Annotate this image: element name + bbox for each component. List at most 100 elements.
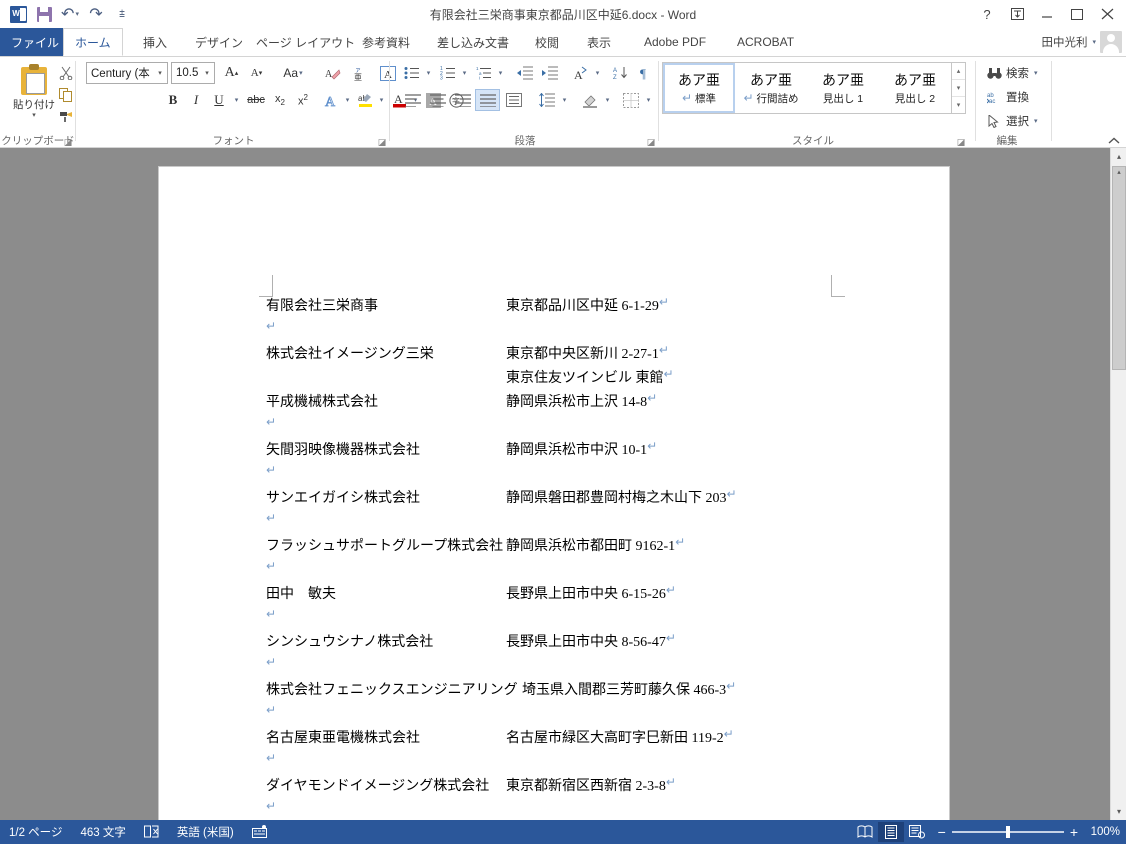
styles-scroll-down-icon[interactable]: ▾: [952, 80, 965, 97]
word-count[interactable]: 463 文字: [71, 820, 134, 844]
multilevel-list-caret[interactable]: ▾: [494, 62, 506, 84]
replace-button[interactable]: ab ac 置換: [987, 86, 1029, 108]
undo-dropdown-caret[interactable]: ▾: [75, 10, 79, 18]
doc-line[interactable]: シンシュウシナノ株式会社 長野県上田市中央 8-56-47 ↵: [266, 631, 866, 655]
text-effects-caret[interactable]: ▾: [341, 89, 353, 111]
read-mode-icon[interactable]: [852, 822, 878, 842]
tab-home[interactable]: ホーム: [63, 28, 123, 56]
ribbon-display-options-icon[interactable]: [1002, 2, 1032, 26]
change-case-button[interactable]: Aa ▾: [275, 62, 311, 84]
increase-indent-icon[interactable]: [538, 62, 562, 84]
doc-line[interactable]: 平成機械株式会社 静岡県浜松市上沢 14-8 ↵: [266, 391, 866, 415]
zoom-slider[interactable]: − +: [938, 825, 1078, 839]
select-button[interactable]: 選択 ▾: [987, 110, 1038, 132]
find-caret[interactable]: ▾: [1034, 69, 1038, 77]
vertical-scrollbar[interactable]: ▴ ▴ ▾: [1110, 148, 1126, 820]
doc-line[interactable]: ↵: [266, 511, 866, 535]
highlight-color-icon[interactable]: ab: [354, 89, 376, 111]
shading-icon[interactable]: [578, 89, 602, 111]
tab-design[interactable]: デザイン: [184, 28, 254, 56]
doc-line[interactable]: ↵: [266, 319, 866, 343]
styles-scroll-more-icon[interactable]: ▾: [952, 97, 965, 113]
maximize-icon[interactable]: [1062, 2, 1092, 26]
align-justify-icon[interactable]: [475, 89, 500, 111]
scrollbar-thumb[interactable]: ▴: [1112, 166, 1126, 370]
customize-quick-access-icon[interactable]: ⩲: [110, 3, 134, 25]
scroll-up-arrow-icon[interactable]: ▴: [1111, 148, 1126, 165]
bullet-list-caret[interactable]: ▾: [422, 62, 434, 84]
shading-caret[interactable]: ▾: [601, 89, 613, 111]
doc-line[interactable]: 株式会社フェニックスエンジニアリング 埼玉県入間郡三芳町藤久保 466-3 ↵: [266, 679, 866, 703]
underline-caret[interactable]: ▾: [230, 89, 242, 111]
text-effects-icon[interactable]: A: [320, 89, 342, 111]
styles-scroll-up-icon[interactable]: ▴: [952, 63, 965, 80]
paste-caret[interactable]: ▾: [32, 112, 36, 119]
doc-line[interactable]: ↵: [266, 559, 866, 583]
language-indicator[interactable]: 英語 (米国): [168, 820, 243, 844]
bullet-list-icon[interactable]: [400, 62, 422, 84]
paragraph-dialog-launcher[interactable]: ◪: [646, 137, 656, 147]
distribute-icon[interactable]: [501, 89, 526, 111]
doc-line[interactable]: 田中 敏夫 長野県上田市中央 6-15-26 ↵: [266, 583, 866, 607]
clear-formatting-icon[interactable]: A: [321, 62, 345, 84]
clipboard-dialog-launcher[interactable]: ◪: [63, 137, 73, 147]
page-info[interactable]: 1/2 ページ: [0, 820, 71, 844]
document-canvas[interactable]: 有限会社三栄商事 東京都品川区中延 6-1-29 ↵ ↵ 株式会社イメージング三…: [0, 148, 1110, 844]
paste-button[interactable]: 貼り付け ▾: [10, 61, 58, 129]
subscript-button[interactable]: x2: [269, 89, 291, 111]
show-formatting-marks-icon[interactable]: ¶: [635, 62, 659, 84]
phonetic-guide-icon[interactable]: ァ亜: [348, 62, 372, 84]
collapse-ribbon-icon[interactable]: [1108, 137, 1120, 145]
decrease-indent-icon[interactable]: [513, 62, 537, 84]
doc-line[interactable]: ↵: [266, 703, 866, 727]
redo-icon[interactable]: ↷: [84, 3, 108, 25]
font-name-combo[interactable]: Century (本ゞ ▾: [86, 62, 168, 84]
scroll-down-arrow-icon[interactable]: ▾: [1111, 803, 1126, 820]
document-body[interactable]: 有限会社三栄商事 東京都品川区中延 6-1-29 ↵ ↵ 株式会社イメージング三…: [266, 295, 866, 823]
grow-font-button[interactable]: A ▴: [220, 62, 243, 84]
avatar[interactable]: [1100, 31, 1122, 53]
style-item-no-spacing[interactable]: あア亜 ↵ 行間詰め: [735, 63, 807, 113]
font-dialog-launcher[interactable]: ◪: [377, 137, 387, 147]
sort-icon[interactable]: AZ: [609, 62, 633, 84]
word-app-icon[interactable]: W: [6, 3, 30, 25]
styles-dialog-launcher[interactable]: ◪: [956, 137, 966, 147]
doc-line[interactable]: 株式会社イメージング三栄 東京都中央区新川 2-27-1 ↵: [266, 343, 866, 367]
format-painter-icon[interactable]: [55, 107, 77, 127]
tab-file[interactable]: ファイル: [0, 28, 71, 56]
italic-button[interactable]: I: [185, 89, 207, 111]
superscript-button[interactable]: x2: [292, 89, 314, 111]
align-left-icon[interactable]: [400, 89, 425, 111]
multilevel-list-icon[interactable]: 1ai: [472, 62, 494, 84]
zoom-level[interactable]: 100%: [1086, 826, 1120, 838]
tab-page-layout[interactable]: ページ レイアウト: [245, 28, 366, 56]
account-area[interactable]: 田中光利 ▾: [1041, 30, 1122, 54]
font-name-caret[interactable]: ▾: [153, 69, 167, 77]
account-caret[interactable]: ▾: [1092, 38, 1096, 46]
borders-icon[interactable]: [619, 89, 643, 111]
strikethrough-button[interactable]: abc: [244, 89, 268, 111]
doc-line[interactable]: フラッシュサポートグループ株式会社 静岡県浜松市都田町 9162-1 ↵: [266, 535, 866, 559]
doc-line[interactable]: ↵: [266, 463, 866, 487]
borders-caret[interactable]: ▾: [642, 89, 654, 111]
doc-line[interactable]: 矢間羽映像機器株式会社 静岡県浜松市中沢 10-1 ↵: [266, 439, 866, 463]
style-item-heading2[interactable]: あア亜 見出し 2: [879, 63, 951, 113]
zoom-track[interactable]: [951, 826, 1064, 838]
line-spacing-caret[interactable]: ▾: [558, 89, 570, 111]
doc-line[interactable]: ↵: [266, 607, 866, 631]
highlight-caret[interactable]: ▾: [375, 89, 387, 111]
zoom-in-button[interactable]: +: [1070, 825, 1078, 839]
asian-layout-icon[interactable]: A: [568, 62, 592, 84]
zoom-out-button[interactable]: −: [938, 825, 946, 839]
proofing-errors-icon[interactable]: [135, 820, 168, 844]
line-spacing-icon[interactable]: [535, 89, 559, 111]
shrink-font-button[interactable]: A ▾: [245, 62, 268, 84]
tab-references[interactable]: 参考資料: [351, 28, 421, 56]
doc-line[interactable]: サンエイガイシ株式会社 静岡県磐田郡豊岡村梅之木山下 203 ↵: [266, 487, 866, 511]
align-center-icon[interactable]: [425, 89, 450, 111]
minimize-icon[interactable]: [1032, 2, 1062, 26]
undo-icon[interactable]: ↶ ▾: [58, 3, 82, 25]
copy-icon[interactable]: [55, 85, 77, 105]
find-button[interactable]: 検索 ▾: [987, 62, 1038, 84]
doc-line[interactable]: 東京住友ツインビル 東館 ↵: [266, 367, 866, 391]
